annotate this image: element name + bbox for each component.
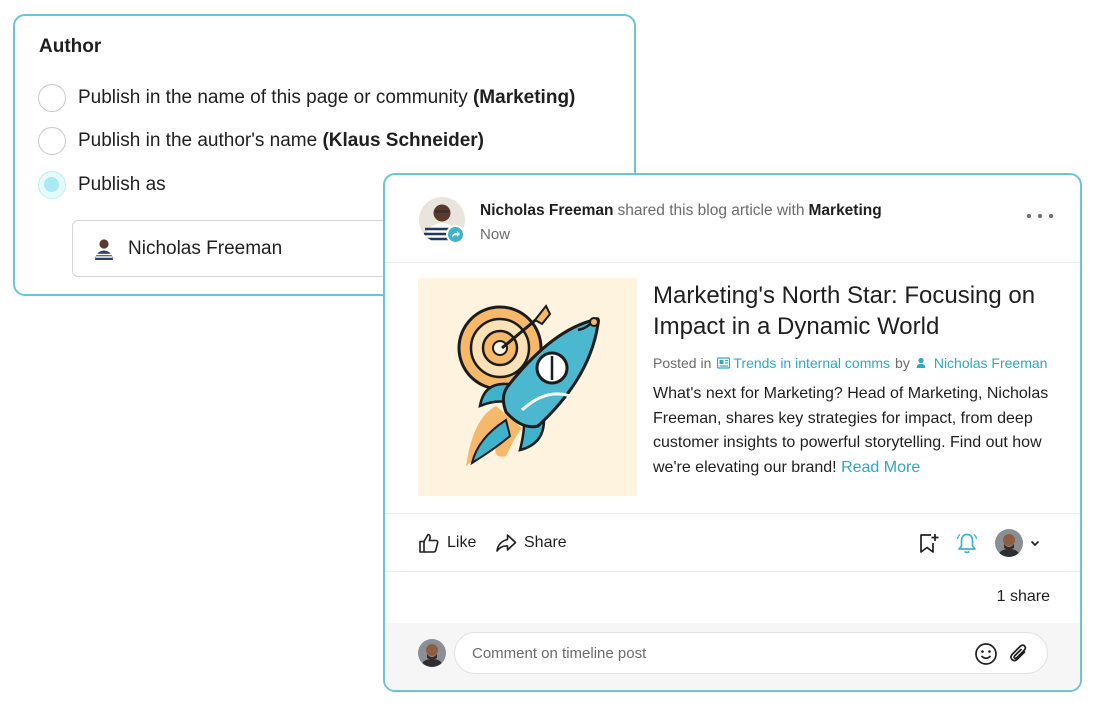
post-author-name[interactable]: Nicholas Freeman bbox=[480, 202, 614, 219]
radio-label: Publish in the author's name (Klaus Schn… bbox=[78, 130, 484, 151]
emoji-icon[interactable] bbox=[973, 641, 999, 667]
share-label: Share bbox=[524, 534, 567, 551]
post-target-community[interactable]: Marketing bbox=[809, 202, 882, 219]
post-actions: Like Share bbox=[385, 520, 1080, 566]
article-author-link[interactable]: Nicholas Freeman bbox=[934, 355, 1048, 371]
radio-button[interactable] bbox=[38, 84, 66, 112]
bell-icon bbox=[956, 533, 978, 554]
share-count[interactable]: 1 share bbox=[997, 588, 1050, 606]
publish-as-value: Nicholas Freeman bbox=[128, 237, 283, 259]
user-avatar-icon bbox=[995, 529, 1023, 557]
thumbs-up-icon bbox=[419, 533, 439, 553]
user-avatar-icon bbox=[91, 235, 117, 262]
chevron-down-icon bbox=[1030, 540, 1040, 547]
share-button[interactable]: Share bbox=[495, 528, 567, 558]
user-icon bbox=[915, 357, 927, 369]
dot-icon bbox=[1049, 214, 1053, 218]
article-image[interactable] bbox=[418, 278, 637, 496]
post-timestamp: Now bbox=[480, 226, 511, 243]
radio-label: Publish in the name of this page or comm… bbox=[78, 87, 576, 108]
rocket-target-illustration-icon bbox=[457, 304, 600, 466]
blog-category-icon bbox=[717, 357, 731, 369]
article-excerpt: What's next for Marketing? Head of Marke… bbox=[653, 382, 1053, 480]
notifications-button[interactable] bbox=[952, 528, 982, 558]
divider bbox=[385, 571, 1080, 572]
article-title[interactable]: Marketing's North Star: Focusing on Impa… bbox=[653, 280, 1048, 342]
divider bbox=[385, 262, 1080, 263]
bookmark-plus-icon bbox=[920, 534, 939, 553]
post-action-text: shared this blog article with bbox=[617, 202, 805, 219]
like-button[interactable]: Like bbox=[418, 528, 476, 558]
posted-in-label: Posted in bbox=[653, 355, 712, 371]
current-user-avatar bbox=[418, 639, 446, 667]
comment-input[interactable] bbox=[472, 633, 952, 673]
radio-button-selected[interactable] bbox=[38, 171, 66, 199]
article-category-link[interactable]: Trends in internal comms bbox=[733, 355, 890, 371]
add-to-collection-button[interactable] bbox=[914, 528, 944, 558]
radio-option-page-community[interactable]: Publish in the name of this page or comm… bbox=[38, 83, 575, 113]
divider bbox=[385, 513, 1080, 514]
by-label: by bbox=[895, 355, 910, 371]
post-as-switcher[interactable] bbox=[995, 528, 1045, 558]
timeline-post-card: Nicholas Freeman shared this blog article… bbox=[383, 173, 1082, 692]
comment-composer bbox=[385, 623, 1080, 690]
radio-option-author-name[interactable]: Publish in the author's name (Klaus Schn… bbox=[38, 126, 484, 156]
radio-option-publish-as[interactable]: Publish as bbox=[38, 170, 166, 200]
post-header: Nicholas Freeman shared this blog article… bbox=[385, 175, 1080, 262]
author-section-title: Author bbox=[39, 36, 102, 57]
share-arrow-icon bbox=[496, 534, 517, 552]
read-more-link[interactable]: Read More bbox=[841, 459, 920, 476]
page: Author Publish in the name of this page … bbox=[0, 0, 1098, 708]
dot-icon bbox=[1027, 214, 1031, 218]
comment-input-box[interactable] bbox=[454, 632, 1048, 674]
post-headline: Nicholas Freeman shared this blog article… bbox=[480, 202, 882, 220]
share-badge-icon bbox=[446, 225, 465, 244]
like-label: Like bbox=[447, 534, 477, 551]
paperclip-icon[interactable] bbox=[1006, 641, 1032, 667]
radio-button[interactable] bbox=[38, 127, 66, 155]
dot-icon bbox=[1038, 214, 1042, 218]
article-meta: Posted in Trends in internal comms by Ni… bbox=[653, 355, 1047, 371]
more-options-button[interactable] bbox=[1027, 207, 1053, 225]
radio-label: Publish as bbox=[78, 174, 166, 195]
